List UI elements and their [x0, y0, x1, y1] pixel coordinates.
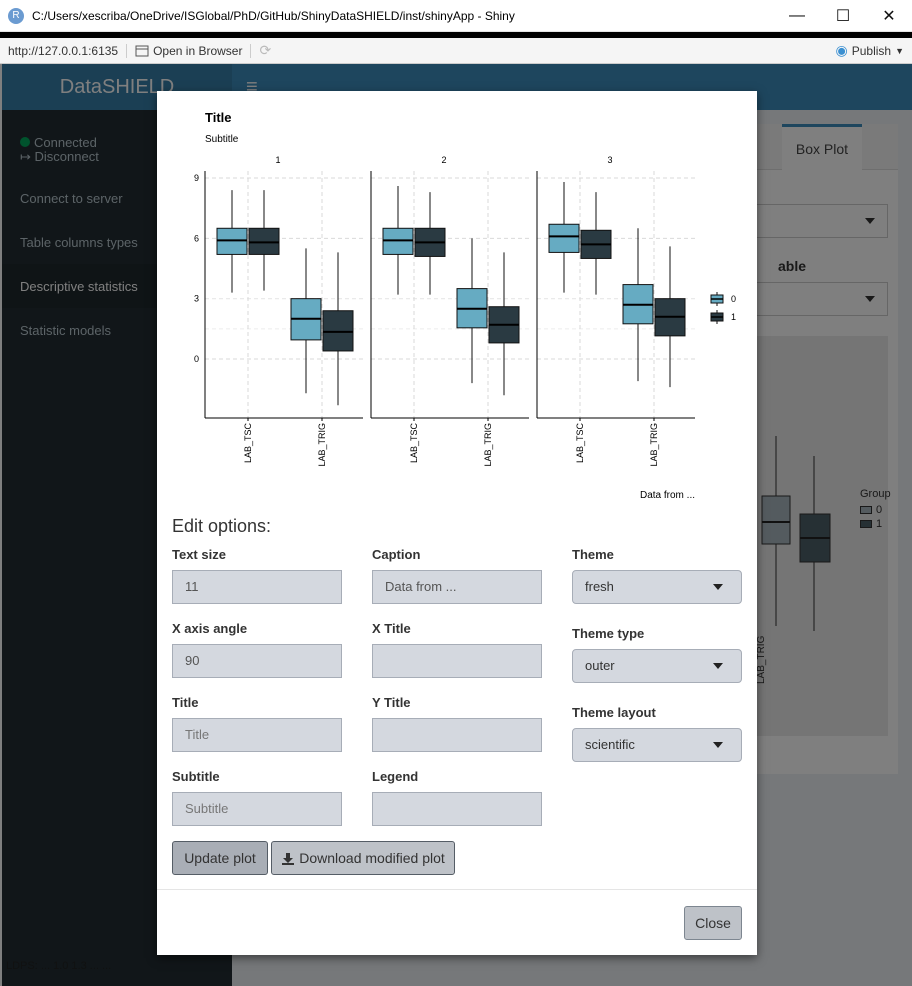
box-series-0: [382, 227, 414, 255]
theme-type-value: outer: [585, 658, 615, 673]
x-axis-angle-input[interactable]: 90: [172, 644, 342, 678]
viewer-toolbar: http://127.0.0.1:6135 Open in Browser ⟳ …: [0, 38, 912, 64]
plot-subtitle: Subtitle: [205, 134, 239, 145]
x-axis-angle-label: X axis angle: [172, 621, 248, 636]
facet-label: 2: [441, 155, 446, 165]
x-title-label: X Title: [372, 621, 411, 636]
theme-label: Theme: [572, 547, 614, 562]
minimize-button[interactable]: —: [774, 0, 820, 32]
close-window-button[interactable]: ✕: [866, 0, 912, 32]
chevron-down-icon: ▼: [895, 45, 904, 56]
y-tick-label: 3: [194, 294, 199, 304]
publish-icon: ◉: [835, 42, 848, 58]
publish-button[interactable]: ◉ Publish ▼: [836, 42, 905, 59]
caption-label: Caption: [372, 547, 421, 562]
download-modified-plot-label: Download modified plot: [299, 850, 445, 866]
box-series-0: [216, 227, 248, 255]
edit-plot-modal: Title Subtitle 1 LAB_TSC LAB_TRIG 2 LAB_TSC L…: [157, 91, 757, 955]
update-plot-button[interactable]: Update plot: [172, 841, 268, 875]
theme-type-label: Theme type: [572, 626, 645, 641]
y-title-input[interactable]: [372, 718, 542, 752]
url-text[interactable]: http://127.0.0.1:6135: [8, 44, 118, 58]
legend-label: 0: [731, 294, 736, 304]
title-label: Title: [172, 695, 199, 710]
y-tick-label: 0: [194, 354, 199, 364]
facet-label: 1: [275, 155, 280, 165]
x-tick-label: LAB_TSC: [575, 423, 585, 464]
x-tick-label: LAB_TRIG: [649, 423, 659, 467]
theme-layout-label: Theme layout: [572, 705, 656, 720]
x-tick-label: LAB_TSC: [409, 423, 419, 464]
text-size-input[interactable]: 11: [172, 570, 342, 604]
plot-title: Title: [205, 110, 232, 125]
r-app-icon: R: [8, 7, 24, 24]
refresh-icon[interactable]: ⟳: [259, 42, 271, 59]
theme-type-select[interactable]: outer: [572, 649, 742, 683]
theme-layout-select[interactable]: scientific: [572, 728, 742, 762]
chevron-down-icon: [713, 663, 723, 669]
publish-label: Publish: [851, 43, 892, 58]
box-series-0: [548, 223, 580, 253]
x-tick-label: LAB_TSC: [243, 423, 253, 464]
edit-options-heading: Edit options:: [172, 516, 272, 536]
y-title-label: Y Title: [372, 695, 411, 710]
box-series-1: [322, 310, 354, 352]
boxplot-chart: Title Subtitle 1 LAB_TSC LAB_TRIG 2 LAB_TSC L…: [194, 110, 736, 501]
facet-label: 3: [607, 155, 612, 165]
maximize-button[interactable]: ☐: [820, 0, 866, 32]
caption-input[interactable]: Data from ...: [372, 570, 542, 604]
box-series-1: [248, 227, 280, 255]
download-modified-plot-button[interactable]: Download modified plot: [271, 841, 455, 875]
legend-label: 1: [731, 312, 736, 322]
close-modal-label: Close: [695, 915, 731, 931]
x-title-input[interactable]: [372, 644, 542, 678]
legend-label: Legend: [372, 769, 419, 784]
theme-value: fresh: [585, 579, 614, 594]
y-tick-label: 6: [194, 233, 199, 243]
x-tick-label: LAB_TRIG: [483, 423, 493, 467]
toolbar-separator-2: [250, 43, 252, 58]
theme-layout-value: scientific: [585, 737, 635, 752]
window-titlebar: R C:/Users/xescriba/OneDrive/ISGlobal/Ph…: [0, 0, 912, 32]
modal-footer: Close: [157, 889, 757, 955]
plot-caption: Data from ...: [640, 490, 695, 501]
x-tick-label: LAB_TRIG: [317, 423, 327, 467]
theme-select[interactable]: fresh: [572, 570, 742, 604]
subtitle-input[interactable]: Subtitle: [172, 792, 342, 826]
browser-icon: [135, 45, 149, 56]
legend-input[interactable]: [372, 792, 542, 826]
download-icon: [282, 852, 295, 865]
chevron-down-icon: [713, 742, 723, 748]
update-plot-label: Update plot: [184, 850, 256, 866]
toolbar-separator: [126, 43, 128, 58]
open-in-browser-button[interactable]: Open in Browser: [135, 44, 242, 58]
y-tick-label: 9: [194, 173, 199, 183]
window-title: C:/Users/xescriba/OneDrive/ISGlobal/PhD/…: [32, 8, 515, 23]
title-input[interactable]: Title: [172, 718, 342, 752]
text-size-label: Text size: [172, 547, 226, 562]
open-in-browser-label: Open in Browser: [153, 43, 243, 58]
subtitle-label: Subtitle: [172, 769, 220, 784]
chevron-down-icon: [713, 584, 723, 590]
close-modal-button[interactable]: Close: [684, 906, 742, 940]
